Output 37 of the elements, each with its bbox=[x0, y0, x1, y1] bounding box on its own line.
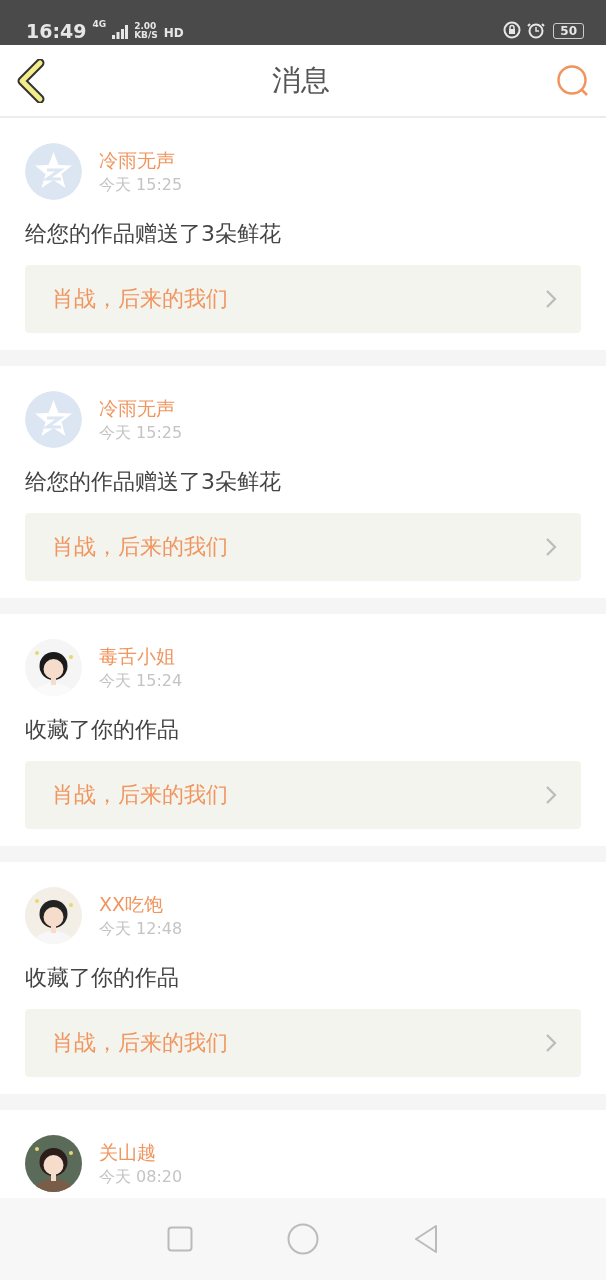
message-time: 今天 12:48 bbox=[99, 917, 183, 940]
message-time: 今天 15:24 bbox=[99, 669, 183, 692]
work-link[interactable]: 肖战，后来的我们 bbox=[25, 265, 581, 333]
chevron-icon bbox=[545, 537, 557, 557]
hd-indicator: HD bbox=[163, 26, 184, 40]
message-text: 给您的作品赠送了3朵鲜花 bbox=[25, 220, 282, 248]
user-name[interactable]: 冷雨无声 bbox=[99, 395, 183, 420]
work-link[interactable]: 肖战，后来的我们 bbox=[25, 761, 581, 829]
message-text: 收藏了你的作品 bbox=[25, 964, 180, 992]
chevron-icon bbox=[545, 1033, 557, 1053]
signal-icon bbox=[112, 25, 129, 39]
network-speed: 2.00 bbox=[134, 22, 158, 31]
default-avatar-icon bbox=[25, 391, 82, 448]
back-button[interactable] bbox=[16, 58, 46, 103]
user-name[interactable]: 毒舌小姐 bbox=[99, 643, 183, 668]
work-link[interactable]: 肖战，后来的我们 bbox=[25, 1009, 581, 1077]
default-avatar-icon bbox=[25, 143, 82, 200]
speed-unit: KB/S bbox=[134, 31, 158, 40]
message-text: 给您的作品赠送了3朵鲜花 bbox=[25, 468, 282, 496]
user-name[interactable]: XX吃饱 bbox=[99, 891, 183, 916]
home-button[interactable] bbox=[287, 1223, 319, 1255]
user-name[interactable]: 关山越 bbox=[99, 1139, 183, 1164]
message-time: 今天 15:25 bbox=[99, 173, 183, 196]
battery-level: 50 bbox=[553, 23, 584, 39]
message-time: 今天 08:20 bbox=[99, 1165, 183, 1188]
user-name[interactable]: 冷雨无声 bbox=[99, 147, 183, 172]
chevron-icon bbox=[545, 785, 557, 805]
work-link[interactable]: 肖战，后来的我们 bbox=[25, 513, 581, 581]
message-time: 今天 15:25 bbox=[99, 421, 183, 444]
message-text: 收藏了你的作品 bbox=[25, 716, 180, 744]
page-title: 消息 bbox=[272, 61, 330, 99]
back-nav-button[interactable] bbox=[413, 1224, 439, 1254]
clock: 16:49 bbox=[26, 19, 87, 43]
search-button[interactable] bbox=[556, 63, 590, 98]
recents-button[interactable] bbox=[167, 1226, 193, 1252]
network-type: 4G bbox=[92, 18, 107, 29]
chevron-icon bbox=[545, 289, 557, 309]
